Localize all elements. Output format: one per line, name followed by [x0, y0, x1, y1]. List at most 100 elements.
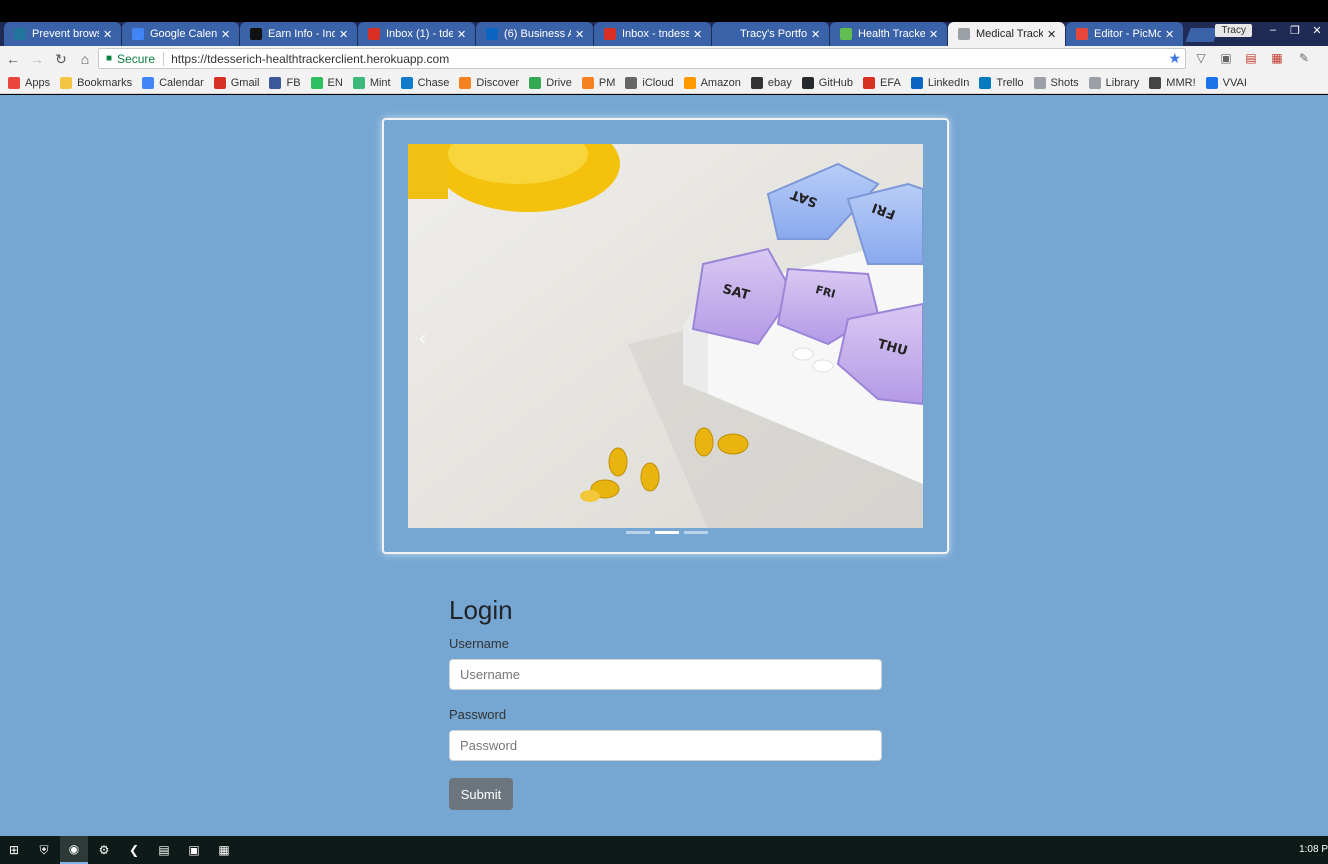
new-tab-button[interactable] — [1185, 28, 1219, 42]
bookmark-label: Discover — [476, 76, 520, 89]
username-input[interactable] — [449, 659, 882, 690]
carousel-indicator[interactable] — [655, 531, 679, 534]
browser-tab[interactable]: Google Calendar ✕ — [122, 22, 239, 46]
bookmark-item[interactable]: FB — [269, 76, 301, 89]
system-clock: 1:08 P — [1299, 844, 1328, 855]
picmonkey-icon — [1076, 28, 1088, 40]
bookmark-item[interactable]: Gmail — [213, 76, 259, 89]
profile-button[interactable]: Tracy — [1215, 23, 1252, 37]
bookmark-label: iCloud — [642, 76, 674, 89]
close-window-icon[interactable]: ✕ — [1306, 23, 1328, 37]
carousel-indicators — [626, 531, 713, 534]
bookmark-item[interactable]: Chase — [400, 76, 449, 89]
extension-icon[interactable]: ▣ — [1217, 49, 1235, 67]
vvai-icon — [1205, 76, 1218, 89]
tab-close-icon[interactable]: ✕ — [221, 28, 231, 41]
carousel-indicator[interactable] — [626, 531, 650, 534]
discover-icon — [459, 76, 472, 89]
wordpress-icon — [14, 28, 26, 40]
browser-tab[interactable]: Health Tracker | ✕ — [830, 22, 947, 46]
shield-icon[interactable]: ⛨ — [30, 836, 58, 864]
bookmark-item[interactable]: Trello — [979, 76, 1024, 89]
file-explorer-icon[interactable]: ▤ — [150, 836, 178, 864]
tab-list: Prevent browser✕Google Calendar✕Earn Inf… — [4, 22, 1219, 46]
address-bar[interactable]: ■ Secure https://tdesserich-healthtracke… — [98, 48, 1186, 69]
browser-tab-strip: Prevent browser✕Google Calendar✕Earn Inf… — [0, 0, 1328, 46]
bookmark-item[interactable]: Amazon — [683, 76, 741, 89]
tab-close-icon[interactable]: ✕ — [575, 28, 585, 41]
gmail-icon — [213, 76, 226, 89]
browser-tab[interactable]: Editor - PicMon ✕ — [1066, 22, 1183, 46]
tab-close-icon[interactable]: ✕ — [811, 28, 821, 41]
eyedropper-icon[interactable]: ✎ — [1295, 49, 1313, 67]
ebay-icon — [750, 76, 763, 89]
bookmark-item[interactable]: Bookmarks — [60, 76, 132, 89]
bookmark-label: EFA — [880, 76, 901, 89]
carousel-indicator[interactable] — [684, 531, 708, 534]
browser-tab[interactable]: Inbox (1) - tdess ✕ — [358, 22, 475, 46]
reload-icon[interactable]: ↻ — [50, 48, 72, 70]
bookmark-label: MMR! — [1166, 76, 1196, 89]
chrome-icon[interactable]: ◉ — [60, 836, 88, 864]
bookmark-item[interactable]: EN — [310, 76, 343, 89]
minimize-icon[interactable]: ‒ — [1262, 23, 1284, 37]
bookmark-label: VVAI — [1222, 76, 1247, 89]
bookmark-item[interactable]: Library — [1088, 76, 1140, 89]
tab-close-icon[interactable]: ✕ — [339, 28, 349, 41]
window-controls: Tracy ‒ ❐ ✕ — [1215, 22, 1328, 38]
bookmark-item[interactable]: Calendar — [142, 76, 204, 89]
bookmark-item[interactable]: MMR! — [1149, 76, 1196, 89]
password-input[interactable] — [449, 730, 882, 761]
url-text[interactable]: https://tdesserich-healthtrackerclient.h… — [164, 52, 449, 66]
password-label: Password — [449, 707, 507, 722]
tab-close-icon[interactable]: ✕ — [1047, 28, 1057, 41]
browser-tab[interactable]: Inbox - tndesser ✕ — [594, 22, 711, 46]
browser-tab[interactable]: Tracy's Portfolio ✕ — [712, 22, 829, 46]
bookmark-item[interactable]: Mint — [352, 76, 391, 89]
calendar-icon — [132, 28, 144, 40]
bookmarks-bar: Apps Bookmarks Calendar Gmail FB EN Mint Chase D… — [0, 72, 1328, 94]
bookmark-item[interactable]: VVAI — [1205, 76, 1247, 89]
restore-icon[interactable]: ❐ — [1284, 23, 1306, 37]
bookmark-star-icon[interactable]: ★ — [1168, 50, 1181, 67]
tab-title: Google Calendar — [150, 28, 217, 40]
back-icon[interactable]: ← — [2, 48, 24, 70]
tab-close-icon[interactable]: ✕ — [103, 28, 113, 41]
carousel-prev-icon[interactable]: ‹ — [419, 325, 426, 351]
bookmark-item[interactable]: Apps — [8, 76, 50, 89]
browser-tab[interactable]: (6) Business Ana ✕ — [476, 22, 593, 46]
bookmark-item[interactable]: EFA — [863, 76, 901, 89]
bookmark-item[interactable]: GitHub — [801, 76, 853, 89]
calendar-app-icon[interactable]: ▦ — [210, 836, 238, 864]
settings-app-icon[interactable]: ⚙ — [90, 836, 118, 864]
home-icon[interactable]: ⌂ — [74, 48, 96, 70]
browser-tab[interactable]: Medical Tracker ✕ — [948, 22, 1065, 46]
windows-start-icon[interactable]: ⊞ — [0, 836, 28, 864]
browser-tab[interactable]: Prevent browser ✕ — [4, 22, 121, 46]
tab-title: Medical Tracker — [976, 28, 1043, 40]
tab-close-icon[interactable]: ✕ — [693, 28, 703, 41]
username-label: Username — [449, 636, 509, 651]
forward-icon[interactable]: → — [26, 48, 48, 70]
tab-close-icon[interactable]: ✕ — [457, 28, 467, 41]
submit-button[interactable]: Submit — [449, 778, 513, 810]
bookmark-item[interactable]: iCloud — [625, 76, 674, 89]
bookmark-item[interactable]: PM — [581, 76, 615, 89]
browser-tab[interactable]: Earn Info - India ✕ — [240, 22, 357, 46]
bookmark-item[interactable]: Drive — [529, 76, 572, 89]
tab-close-icon[interactable]: ✕ — [1165, 28, 1175, 41]
pocket-icon[interactable]: ▽ — [1192, 49, 1210, 67]
bookmark-item[interactable]: LinkedIn — [910, 76, 969, 89]
bookmark-item[interactable]: ebay — [750, 76, 792, 89]
bookmark-label: Library — [1105, 76, 1140, 89]
login-form: Login Username Password Submit — [449, 595, 882, 810]
bookmark-item[interactable]: Shots — [1033, 76, 1079, 89]
pdf-icon[interactable]: ▤ — [1242, 49, 1260, 67]
mmr-icon — [1149, 76, 1162, 89]
vscode-icon[interactable]: ❮ — [120, 836, 148, 864]
tab-title: Inbox - tndesser — [622, 28, 689, 40]
tab-close-icon[interactable]: ✕ — [929, 28, 939, 41]
picmonkey-icon[interactable]: ▦ — [1268, 49, 1286, 67]
document-app-icon[interactable]: ▣ — [180, 836, 208, 864]
bookmark-item[interactable]: Discover — [459, 76, 520, 89]
